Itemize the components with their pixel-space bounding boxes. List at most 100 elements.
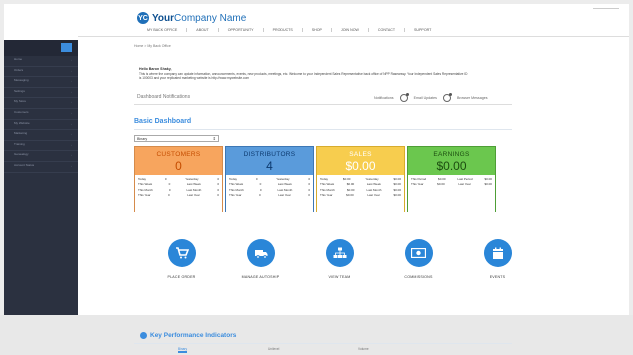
events-button[interactable]: EVENTS	[458, 239, 537, 279]
header: YC YourCompany Name	[4, 4, 629, 40]
org-chart-icon	[325, 239, 354, 267]
stat-row: This Year 0 Last Year 0	[229, 193, 310, 198]
tab-unilevel[interactable]: Unilevel	[268, 347, 279, 351]
sidebar-item[interactable]: Settings ›	[4, 88, 78, 99]
nav-opportunity[interactable]: OPPORTUNITY	[217, 28, 263, 32]
chevron-right-icon: ›	[71, 121, 72, 126]
bell-icon[interactable]	[399, 93, 409, 102]
chevron-right-icon: ›	[71, 89, 72, 94]
stat-cell: Last Year	[187, 193, 200, 198]
stat-cell: $0.00	[346, 193, 354, 198]
header-divider	[593, 8, 619, 9]
sidebar-item[interactable]: Account Status ›	[4, 162, 78, 173]
bell-icon[interactable]	[442, 93, 452, 102]
sidebar-item[interactable]: My Website ›	[4, 120, 78, 131]
nav-products[interactable]: PRODUCTS	[262, 28, 302, 32]
stat-cell: 0	[259, 193, 261, 198]
stat-cell: This Year	[320, 193, 333, 198]
nav-contact[interactable]: CONTACT	[367, 28, 404, 32]
tab-binary[interactable]: Binary	[178, 347, 188, 353]
stat-cell: $0.00	[437, 182, 445, 187]
select-value: Binary	[137, 137, 148, 141]
stat-cell: Last Year	[458, 182, 471, 187]
sidebar-item[interactable]: Messaging ›	[4, 77, 78, 88]
card-body: Today 0 Yesterday 0 This Week 0 Last Week 0 This…	[135, 175, 222, 212]
action-label: COMMISSIONS	[404, 275, 433, 279]
greeting: Hello Baron Shaky,	[139, 67, 172, 71]
stat-row: This Year $0.00 Last Year $0.00	[320, 193, 401, 198]
card-value: $0.00	[436, 159, 467, 173]
main-content: MY BACK OFFICE ABOUT OPPORTUNITY PRODUCT…	[78, 28, 629, 353]
chevron-right-icon: ›	[71, 58, 72, 62]
tab-volume[interactable]: Volume	[358, 347, 369, 351]
sidebar-item[interactable]: Customers ›	[4, 109, 78, 120]
top-nav: MY BACK OFFICE ABOUT OPPORTUNITY PRODUCT…	[138, 28, 440, 32]
sales-card: SALES $0.00 Today $0.00 Yesterday $0.00 This…	[316, 146, 405, 212]
nav-join-now[interactable]: JOIN NOW	[330, 28, 368, 32]
chevron-right-icon: ›	[71, 132, 72, 137]
card-body: Today 0 Yesterday 0 This Week 0 Last Week 0 This…	[226, 175, 313, 212]
card-title: SALES	[349, 151, 372, 158]
stat-cell: This Year	[229, 193, 242, 198]
distributors-card: DISTRIBUTORS 4 Today 0 Yesterday 0 This Week…	[225, 146, 314, 212]
browser-messages-link[interactable]: Browser Messages	[457, 96, 488, 100]
nav-about[interactable]: ABOUT	[186, 28, 217, 32]
card-body: Today $0.00 Yesterday $0.00 This Week $0.00 La…	[317, 175, 404, 212]
manage-autoship-button[interactable]: MANAGE AUTOSHIP	[221, 239, 300, 279]
sidebar: Home › Orders › Messaging › Settings › My St…	[4, 40, 78, 315]
card-header: SALES $0.00	[317, 147, 404, 175]
notifications-controls: Notifications Email Updates Browser Mess…	[374, 93, 488, 102]
card-header: EARNINGS $0.00	[408, 147, 495, 175]
action-label: MANAGE AUTOSHIP	[241, 275, 280, 279]
stat-cell: This Year	[411, 182, 424, 187]
chevron-right-icon: ›	[71, 100, 72, 105]
stat-row: This Year 0 Last Year 0	[138, 193, 219, 198]
sidebar-item[interactable]: Orders ›	[4, 67, 78, 78]
earnings-card: EARNINGS $0.00 This Period $0.00 Last Peri…	[407, 146, 496, 212]
card-value: 4	[266, 159, 273, 173]
truck-icon	[246, 239, 275, 267]
email-updates-link[interactable]: Email Updates	[414, 96, 437, 100]
chevron-right-icon: ›	[71, 153, 72, 158]
notifications-title: Dashboard Notifications	[137, 94, 191, 100]
nav-divider	[78, 36, 629, 37]
sidebar-item[interactable]: Home ›	[4, 56, 78, 67]
dashboard-title: Basic Dashboard	[134, 118, 192, 125]
stat-cell: Last Year	[367, 193, 380, 198]
dashboard-select[interactable]: Binary ⇕	[134, 135, 219, 142]
stat-cell: 0	[217, 193, 219, 198]
logo-text: YourCompany Name	[152, 13, 246, 24]
breadcrumb[interactable]: Home > My Back Office	[134, 44, 171, 48]
action-label: PLACE ORDER	[167, 275, 196, 279]
commissions-button[interactable]: COMMISSIONS	[379, 239, 458, 279]
sidebar-item[interactable]: Genealogy ›	[4, 151, 78, 162]
stat-cell: Last Year	[278, 193, 291, 198]
nav-support[interactable]: SUPPORT	[404, 28, 440, 32]
chevron-right-icon: ›	[71, 142, 72, 147]
logo-rest: Company Name	[174, 12, 247, 24]
quick-actions: PLACE ORDER MANAGE AUTOSHIP VIEW TEAM CO…	[142, 239, 537, 279]
card-title: CUSTOMERS	[156, 151, 201, 158]
stat-cell: $0.00	[393, 193, 401, 198]
sidebar-item[interactable]: My Store ›	[4, 98, 78, 109]
nav-shop[interactable]: SHOP	[301, 28, 331, 32]
chevron-down-icon: ⇕	[212, 136, 216, 141]
money-icon	[404, 239, 433, 267]
stat-cell: 0	[164, 177, 167, 181]
chevron-right-icon: ›	[71, 110, 72, 115]
card-header: DISTRIBUTORS 4	[226, 147, 313, 175]
intro-text: This is where the company can update inf…	[139, 72, 468, 80]
menu-toggle-icon[interactable]	[61, 43, 72, 52]
chevron-right-icon: ›	[71, 163, 72, 168]
card-title: EARNINGS	[433, 151, 470, 158]
stat-cards: CUSTOMERS 0 Today 0 Yesterday 0 This Week 0 La…	[134, 146, 496, 212]
company-logo[interactable]: YC YourCompany Name	[137, 12, 246, 24]
place-order-button[interactable]: PLACE ORDER	[142, 239, 221, 279]
sidebar-item[interactable]: Training ›	[4, 141, 78, 152]
logo-icon: YC	[137, 12, 149, 24]
stat-cell: 0	[308, 193, 310, 198]
nav-my-back-office[interactable]: MY BACK OFFICE	[138, 28, 186, 32]
sidebar-item[interactable]: Marketing ›	[4, 130, 78, 141]
stat-cell: 0	[168, 193, 170, 198]
view-team-button[interactable]: VIEW TEAM	[300, 239, 379, 279]
